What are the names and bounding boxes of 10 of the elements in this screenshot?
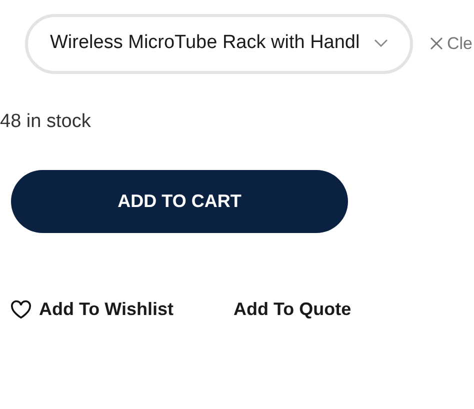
stock-status: 48 in stock [0,111,91,132]
select-value: Wireless MicroTube Rack with Handl [50,31,361,56]
variant-select[interactable]: Wireless MicroTube Rack with Handl [25,14,413,74]
chevron-down-icon [374,39,388,48]
add-to-cart-button[interactable]: ADD TO CART [11,170,348,232]
close-icon [430,37,443,50]
clear-button[interactable]: Cle [430,30,473,56]
wishlist-link[interactable]: Add To Wishlist [10,296,174,323]
quote-link[interactable]: Add To Quote [234,296,352,323]
heart-icon [10,300,32,319]
